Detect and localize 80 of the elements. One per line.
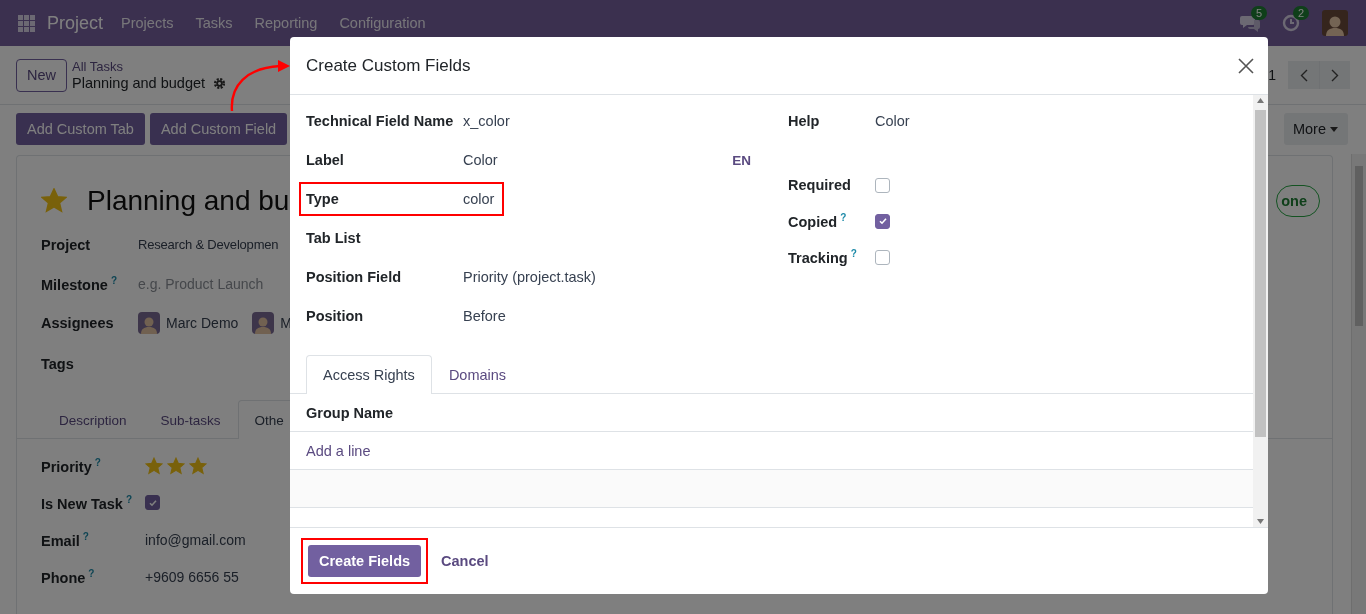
chevron-right-icon xyxy=(1331,68,1339,82)
breadcrumb-link[interactable]: All Tasks xyxy=(72,59,227,75)
field-label: Tags xyxy=(41,355,75,372)
field-value: +9609 6656 55 xyxy=(145,568,239,585)
check-icon xyxy=(877,216,888,226)
scroll-up-icon[interactable] xyxy=(1257,98,1264,103)
caret-icon xyxy=(1330,126,1338,132)
field-label: Project xyxy=(41,236,92,253)
priority-stars[interactable] xyxy=(145,456,207,475)
field-label: Help xyxy=(788,113,821,129)
field-value: Before xyxy=(463,308,506,324)
checkbox[interactable] xyxy=(875,177,890,193)
close-button[interactable] xyxy=(1238,57,1254,74)
field-label: Copied $^{?}$ xyxy=(788,212,848,230)
field-label: Email $^{?}$ xyxy=(41,530,90,549)
previous-button[interactable] xyxy=(1288,61,1319,89)
field-value: x_color xyxy=(463,113,510,129)
tab[interactable]: Domains xyxy=(431,355,524,394)
field-value: Color xyxy=(875,113,910,129)
avatar xyxy=(138,311,160,334)
action-button[interactable]: Add Custom Tab xyxy=(16,113,145,145)
column-header: Group Name xyxy=(306,404,393,421)
apps-menu-icon[interactable] xyxy=(18,14,35,32)
menu-item[interactable]: Configuration xyxy=(339,15,426,31)
language-button[interactable]: EN xyxy=(732,152,751,168)
app-name[interactable]: Project xyxy=(47,12,104,34)
field-label: Position Field xyxy=(306,269,403,285)
field-label: Position xyxy=(306,308,365,324)
annotation-arrow xyxy=(230,60,290,112)
check-icon xyxy=(147,497,158,508)
create-button[interactable]: Create Fields xyxy=(308,545,422,577)
checkbox[interactable] xyxy=(875,249,890,265)
field-label: Phone $^{?}$ xyxy=(41,567,96,586)
count-badge: 5 xyxy=(1251,6,1268,20)
field-value: Priority (project.task) xyxy=(463,269,596,285)
field-label: Tracking $^{?}$ xyxy=(788,248,858,266)
star-icon[interactable] xyxy=(41,188,67,213)
checkbox[interactable] xyxy=(875,213,890,229)
field-label: Is New Task $^{?}$ xyxy=(41,493,134,512)
add-line-link[interactable]: Add a line xyxy=(306,442,371,459)
dialog-title: Create Custom Fields xyxy=(306,55,472,76)
field-value: Color xyxy=(463,152,498,168)
gear-icon[interactable] xyxy=(213,76,227,90)
field-value: color xyxy=(463,191,495,207)
pager-value: 1 xyxy=(1268,67,1276,83)
field-label: Tab List xyxy=(306,230,362,246)
chevron-left-icon xyxy=(1299,68,1308,82)
next-button[interactable] xyxy=(1319,61,1350,89)
scrollbar[interactable] xyxy=(1253,95,1268,527)
field-label: Technical Field Name xyxy=(306,113,455,129)
user-name: Marc Demo xyxy=(166,314,239,331)
count-badge: 2 xyxy=(1293,6,1310,20)
field-value: info@gmail.com xyxy=(145,531,246,548)
checkbox[interactable] xyxy=(145,495,160,510)
tab[interactable]: Sub-tasks xyxy=(143,400,238,439)
clock-icon[interactable] xyxy=(1282,14,1300,32)
field-value: Research & Developmen xyxy=(138,237,279,252)
menu-item[interactable]: Reporting xyxy=(254,15,318,31)
menu-item[interactable]: Projects xyxy=(121,15,174,31)
more-button[interactable]: More xyxy=(1283,113,1348,145)
cancel-link[interactable]: Cancel xyxy=(438,553,492,569)
scrollbar[interactable] xyxy=(1351,154,1366,614)
field-label: Milestone $^{?}$ xyxy=(41,274,118,293)
input-field[interactable]: e.g. Product Launch xyxy=(138,275,264,292)
avatar xyxy=(252,311,275,334)
task-title: Planning and bu xyxy=(87,184,290,217)
action-button[interactable]: Add Custom Field xyxy=(149,113,288,145)
tab[interactable]: Access Rights xyxy=(306,355,432,394)
field-label: Label xyxy=(306,152,345,168)
avatar[interactable] xyxy=(1322,10,1348,36)
menu-item[interactable]: Tasks xyxy=(195,15,233,31)
field-label: Required xyxy=(788,177,852,193)
field-label: Assignees xyxy=(41,314,115,331)
scroll-down-icon[interactable] xyxy=(1257,519,1264,524)
field-label: Type xyxy=(306,191,340,207)
record-name: Planning and budget xyxy=(72,75,206,91)
new-button[interactable]: New xyxy=(16,58,67,92)
tab[interactable]: Description xyxy=(42,400,144,439)
field-label: Priority $^{?}$ xyxy=(41,456,102,475)
stage-button[interactable]: one xyxy=(1276,184,1320,217)
